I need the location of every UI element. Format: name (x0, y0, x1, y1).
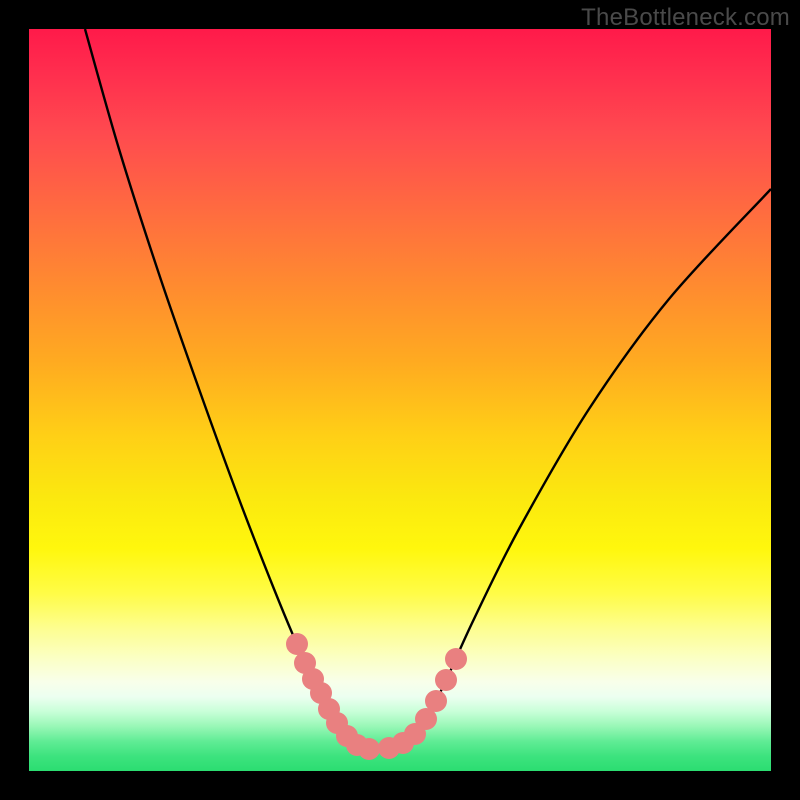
chart-svg (29, 29, 771, 771)
watermark-text: TheBottleneck.com (581, 4, 790, 32)
markers-left (286, 633, 380, 760)
marker-dot (435, 669, 457, 691)
marker-dot (445, 648, 467, 670)
markers-right (378, 648, 467, 759)
curve-left-line (85, 29, 379, 749)
marker-dot (286, 633, 308, 655)
marker-dot (358, 738, 380, 760)
chart-frame: TheBottleneck.com (0, 0, 800, 800)
marker-dot (425, 690, 447, 712)
curve-right-line (379, 189, 771, 749)
plot-area (29, 29, 771, 771)
